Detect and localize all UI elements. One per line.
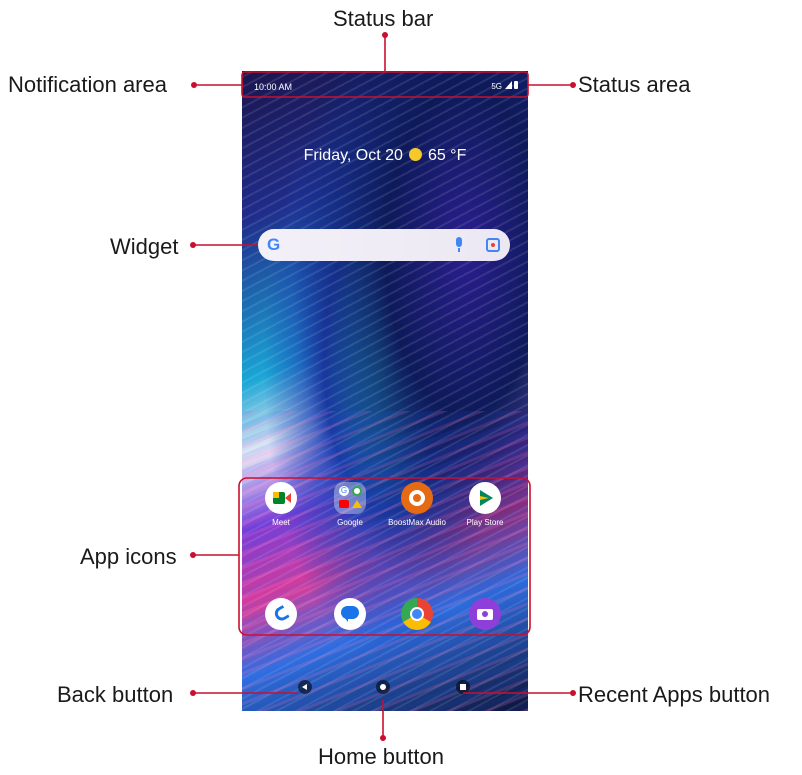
back-button-dot [190, 690, 196, 696]
status-bar-highlight [241, 71, 529, 98]
status-area-dot [570, 82, 576, 88]
notification-area-dot [191, 82, 197, 88]
home-button-dot [380, 735, 386, 741]
callout-lines [190, 32, 576, 741]
app-icons-highlight [238, 477, 531, 636]
recent-apps-dot [570, 690, 576, 696]
app-icons-dot [190, 552, 196, 558]
status-bar-dot [382, 32, 388, 38]
widget-dot [190, 242, 196, 248]
